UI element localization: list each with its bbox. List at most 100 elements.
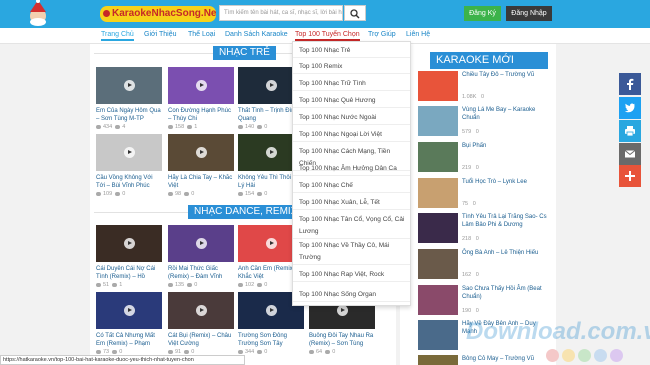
facebook-icon	[627, 78, 634, 90]
dropdown-item[interactable]: Top 100 Nhạc Âm Hưởng Dân Ca	[293, 163, 410, 176]
karaoke-thumbnail[interactable]	[418, 285, 458, 315]
dropdown-item[interactable]: Top 100 Nhạc Về Thầy Cô, Mái Trường	[293, 240, 410, 265]
karaoke-item[interactable]: Tình Yêu Trả Lại Trăng Sao- Cs Lâm Bảo P…	[418, 213, 550, 245]
karaoke-title[interactable]: Bông Cỏ May – Trường Vũ	[462, 355, 550, 363]
section-title-nhac-tre[interactable]: NHẠC TRẺ	[213, 46, 276, 60]
search-input[interactable]: Tìm kiếm tên bài hát, ca sĩ, nhạc sĩ, lờ…	[219, 5, 343, 21]
nav-item-top100[interactable]: Top 100 Tuyển Chọn	[295, 31, 360, 41]
song-thumbnail[interactable]	[168, 292, 234, 329]
karaoke-thumbnail[interactable]	[418, 142, 458, 172]
karaoke-item[interactable]: Vùng Lá Me Bay – Karaoke Chuẩn 579 0	[418, 106, 550, 138]
karaoke-thumbnail[interactable]	[418, 355, 458, 365]
song-thumbnail[interactable]	[96, 292, 162, 329]
nav-item-karaoke-list[interactable]: Danh Sách Karaoke	[225, 31, 288, 38]
view-count: 64	[316, 349, 323, 355]
karaoke-thumbnail[interactable]	[418, 213, 458, 243]
song-title[interactable]: Có Tất Cả Nhưng Mất Em (Remix) – Phạm	[96, 332, 162, 348]
karaoke-item[interactable]: Bụi Phấn 219 0	[418, 142, 550, 174]
view-count: 579	[462, 129, 472, 135]
karaoke-moi-title[interactable]: KARAOKE MỚI	[430, 52, 548, 69]
dropdown-item[interactable]: Top 100 Nhạc Tân Cổ, Vọng Cổ, Cải Lương	[293, 214, 410, 239]
karaoke-thumbnail[interactable]	[418, 71, 458, 101]
song-title[interactable]: Cái Duyên Cái Nợ Cái Tình (Remix) – Hồ	[96, 265, 162, 281]
song-title[interactable]: Hãy Là Chia Tay – Khắc Việt	[168, 174, 234, 190]
karaoke-title[interactable]: Bụi Phấn	[462, 142, 550, 150]
karaoke-thumbnail[interactable]	[418, 320, 458, 350]
song-title[interactable]: Buông Đôi Tay Nhau Ra (Remix) – Sơn Tùng	[309, 332, 375, 348]
like-count: 0	[475, 165, 479, 171]
song-card[interactable]: Cát Bụi (Remix) – Châu Việt Cường 91 0	[168, 292, 234, 355]
karaoke-item[interactable]: Bông Cỏ May – Trường Vũ	[418, 355, 550, 365]
nav-item-contact[interactable]: Liên Hệ	[406, 31, 430, 38]
play-icon	[266, 147, 277, 158]
karaoke-thumbnail[interactable]	[418, 178, 458, 208]
like-count: 1	[119, 282, 123, 288]
site-logo[interactable]: KaraokeNhacSong.Net	[100, 6, 216, 22]
song-title[interactable]: Cát Bụi (Remix) – Châu Việt Cường	[168, 332, 234, 348]
twitter-share-button[interactable]	[619, 97, 641, 119]
song-thumbnail[interactable]	[168, 67, 234, 104]
dropdown-item[interactable]: Top 100 Nhạc Sống Organ	[293, 289, 410, 302]
dropdown-item[interactable]: Top 100 Nhạc Ngoại Lời Việt	[293, 129, 410, 142]
song-title[interactable]: Em Của Ngày Hôm Qua – Sơn Tùng M-TP	[96, 107, 162, 123]
nav-item-help[interactable]: Trợ Giúp	[368, 31, 396, 38]
like-count: 0	[475, 272, 479, 278]
facebook-share-button[interactable]	[619, 73, 641, 95]
song-card[interactable]: Cái Duyên Cái Nợ Cái Tình (Remix) – Hồ 5…	[96, 225, 162, 288]
karaoke-item[interactable]: Tuổi Học Trò – Lynk Lee 75 0	[418, 178, 550, 210]
play-icon	[124, 238, 135, 249]
like-count: 0	[480, 94, 485, 100]
view-count: 140	[245, 124, 255, 130]
dropdown-item[interactable]: Top 100 Nhạc Rap Việt, Rock	[293, 269, 410, 282]
dropdown-item[interactable]: Top 100 Nhạc Nước Ngoài	[293, 112, 410, 125]
section-title-nhac-dance[interactable]: NHẠC DANCE, REMIX	[188, 205, 304, 219]
email-icon	[624, 150, 636, 158]
karaoke-title[interactable]: Sao Chưa Thấy Hồi Âm (Beat Chuẩn)	[462, 285, 550, 301]
dropdown-item[interactable]: Top 100 Nhạc Trữ Tình	[293, 78, 410, 91]
email-share-button[interactable]	[619, 143, 641, 165]
nav-item-home[interactable]: Trang Chủ	[101, 31, 134, 41]
song-title[interactable]: Cầu Vồng Không Với Tới – Bùi Vĩnh Phúc	[96, 174, 162, 190]
song-card[interactable]: Hãy Là Chia Tay – Khắc Việt 98 0	[168, 134, 234, 197]
login-button[interactable]: Đăng Nhập	[506, 6, 552, 21]
karaoke-thumbnail[interactable]	[418, 249, 458, 279]
dropdown-item[interactable]: Top 100 Nhạc Quê Hương	[293, 95, 410, 108]
play-icon	[124, 147, 135, 158]
karaoke-item[interactable]: Sao Chưa Thấy Hồi Âm (Beat Chuẩn) 190 0	[418, 285, 550, 317]
song-card[interactable]: Cầu Vồng Không Với Tới – Bùi Vĩnh Phúc 1…	[96, 134, 162, 197]
karaoke-title[interactable]: Ông Bà Anh – Lê Thiện Hiếu	[462, 249, 550, 257]
view-count: 102	[245, 282, 255, 288]
register-button[interactable]: Đăng Ký	[464, 6, 501, 21]
search-button[interactable]	[344, 5, 366, 21]
dropdown-item[interactable]: Top 100 Nhạc Xuân, Lễ, Tết	[293, 197, 410, 210]
song-thumbnail[interactable]	[168, 134, 234, 171]
song-title[interactable]: Con Đường Hạnh Phúc – Thùy Chi	[168, 107, 234, 123]
song-card[interactable]: Rồi Mai Thức Giấc (Remix) – Đàm Vĩnh 135…	[168, 225, 234, 288]
song-title[interactable]: Rồi Mai Thức Giấc (Remix) – Đàm Vĩnh	[168, 265, 234, 281]
song-thumbnail[interactable]	[96, 134, 162, 171]
dropdown-item[interactable]: Top 100 Nhạc Trẻ	[293, 45, 410, 58]
dropdown-item[interactable]: Top 100 Remix	[293, 61, 410, 74]
karaoke-meta: 218 0	[462, 236, 479, 242]
dropdown-item[interactable]: Top 100 Nhạc Chế	[293, 180, 410, 193]
karaoke-title[interactable]: Chiều Tây Đô – Trường Vũ	[462, 71, 550, 79]
play-icon	[196, 80, 207, 91]
song-thumbnail[interactable]	[168, 225, 234, 262]
karaoke-title[interactable]: Tình Yêu Trả Lại Trăng Sao- Cs Lâm Bảo P…	[462, 213, 550, 229]
nav-item-categories[interactable]: Thể Loại	[188, 31, 215, 38]
karaoke-title[interactable]: Vùng Lá Me Bay – Karaoke Chuẩn	[462, 106, 550, 122]
song-thumbnail[interactable]	[96, 225, 162, 262]
more-share-button[interactable]	[619, 165, 641, 187]
karaoke-item[interactable]: Chiều Tây Đô – Trường Vũ 1.08K 0	[418, 71, 550, 103]
song-title[interactable]: Trường Sơn Đông Trường Sơn Tây	[238, 332, 304, 348]
song-meta: 158 1	[168, 124, 234, 130]
print-share-button[interactable]	[619, 120, 641, 142]
karaoke-title[interactable]: Tuổi Học Trò – Lynk Lee	[462, 178, 550, 186]
nav-item-about[interactable]: Giới Thiệu	[144, 31, 176, 38]
song-card[interactable]: Con Đường Hạnh Phúc – Thùy Chi 158 1	[168, 67, 234, 130]
karaoke-item[interactable]: Ông Bà Anh – Lê Thiện Hiếu 162 0	[418, 249, 550, 281]
song-card[interactable]: Có Tất Cả Nhưng Mất Em (Remix) – Phạm 73…	[96, 292, 162, 355]
song-thumbnail[interactable]	[96, 67, 162, 104]
karaoke-thumbnail[interactable]	[418, 106, 458, 136]
song-card[interactable]: Em Của Ngày Hôm Qua – Sơn Tùng M-TP 434 …	[96, 67, 162, 130]
